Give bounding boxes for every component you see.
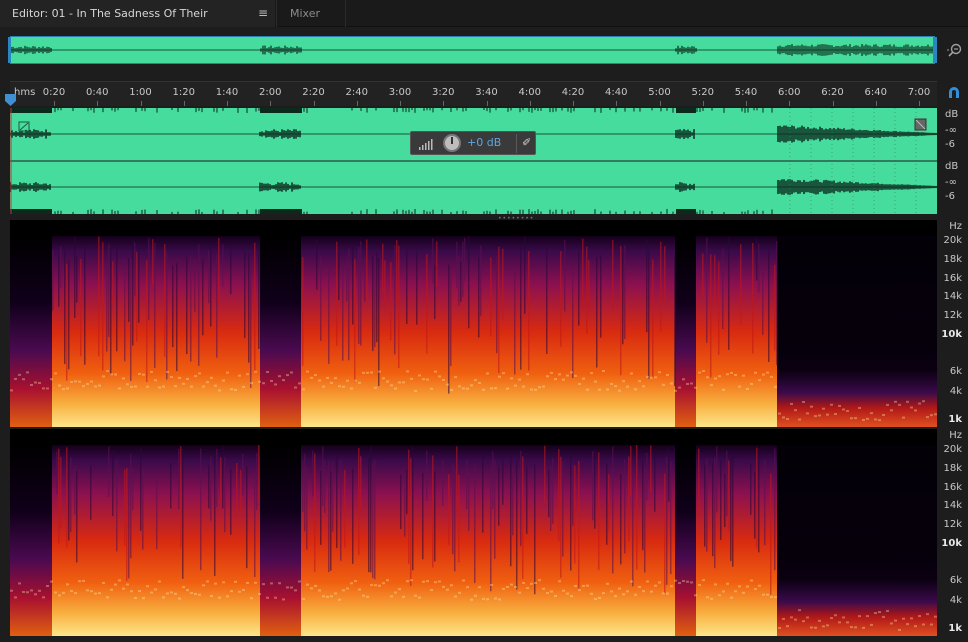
- ruler-tick-label: 5:20: [691, 87, 714, 98]
- spectrogram-right-image: [10, 429, 937, 636]
- waveform-display[interactable]: [10, 108, 937, 214]
- spectrogram-left[interactable]: [10, 220, 937, 427]
- ruler-tick-line: [919, 101, 920, 106]
- ruler-tick-label: 6:20: [821, 87, 844, 98]
- ruler-tick-line: [54, 101, 55, 106]
- playhead-icon[interactable]: [5, 94, 16, 106]
- hz-label: 1k: [948, 414, 962, 425]
- ruler-tick-label: 6:00: [778, 87, 801, 98]
- overview-navigator[interactable]: [8, 36, 937, 64]
- ruler-tick-label: 2:00: [259, 87, 282, 98]
- ruler-tick-line: [270, 101, 272, 106]
- ruler-tick-label: 5:40: [734, 87, 758, 98]
- db-label-inf-top: -∞: [945, 125, 957, 136]
- gain-value[interactable]: +0 dB: [467, 136, 501, 149]
- audition-editor: Editor: 01 - In The Sadness Of Their Hom…: [0, 0, 968, 642]
- ruler-tick-line: [486, 101, 488, 106]
- ruler-tick-label: 6:40: [864, 87, 887, 98]
- db-label-6-bot: -6: [945, 191, 955, 202]
- hz-unit: Hz: [949, 221, 962, 232]
- ruler-tick-line: [356, 101, 358, 106]
- snap-magnet-icon[interactable]: [947, 86, 961, 100]
- hz-label: 12k: [943, 310, 962, 321]
- ruler-tick-line: [140, 101, 142, 106]
- hz-scale-bot: Hz 20k 18k 16k 14k 12k 10k 6k 4k 1k: [937, 429, 968, 636]
- hz-label: 18k: [943, 254, 962, 265]
- hz-label: 14k: [943, 291, 962, 302]
- ruler-tick-line: [313, 101, 315, 106]
- hz-label: 6k: [949, 575, 962, 586]
- ruler-tick-label: 4:20: [561, 87, 585, 98]
- zoom-icon[interactable]: [947, 42, 963, 58]
- overview-handle-right[interactable]: [933, 37, 937, 63]
- db-scale: dB -∞ -6 dB -∞ -6: [937, 108, 968, 214]
- hz-label: 4k: [949, 386, 962, 397]
- ruler-tick-line: [227, 101, 228, 106]
- ruler-tick-line: [529, 101, 531, 106]
- volume-hud[interactable]: +0 dB ✐: [410, 131, 536, 155]
- ruler-tick-label: 3:00: [388, 87, 412, 98]
- hamburger-icon[interactable]: ≡: [256, 0, 270, 27]
- hz-label: 20k: [943, 444, 962, 455]
- ruler-tick-line: [97, 101, 99, 106]
- ruler-tick-line: [875, 101, 877, 106]
- ruler-tick-label: 4:40: [605, 87, 628, 98]
- hz-unit: Hz: [949, 430, 962, 441]
- ruler-tick-label: 1:20: [172, 87, 195, 98]
- hz-label: 16k: [943, 273, 962, 284]
- hud-separator: [516, 134, 517, 153]
- pin-icon[interactable]: ✐: [522, 136, 531, 149]
- ruler-tick-line: [616, 101, 618, 106]
- tab-mixer[interactable]: Mixer: [276, 0, 346, 27]
- hz-label: 10k: [941, 329, 962, 340]
- ruler-tick-label: 4:00: [518, 87, 541, 98]
- ruler-tick-label: 2:20: [302, 87, 325, 98]
- level-meter-icon: [419, 139, 433, 150]
- db-unit-bot: dB: [945, 161, 959, 172]
- hz-label: 6k: [949, 366, 962, 377]
- hz-label: 1k: [948, 623, 962, 634]
- ruler-tick-line: [832, 101, 834, 106]
- ruler-tick-label: 0:40: [86, 87, 109, 98]
- ruler-tick-line: [443, 101, 445, 106]
- ruler-tick-label: 3:40: [475, 87, 498, 98]
- hz-label: 4k: [949, 595, 962, 606]
- hz-label: 10k: [941, 538, 962, 549]
- hz-scale-top: Hz 20k 18k 16k 14k 12k 10k 6k 4k 1k: [937, 220, 968, 427]
- tab-editor[interactable]: Editor: 01 - In The Sadness Of Their Hom…: [0, 0, 275, 48]
- db-unit-top: dB: [945, 109, 959, 120]
- ruler-tick-label: 7:00: [907, 87, 931, 98]
- ruler-tick-line: [702, 101, 704, 106]
- ruler-tick-line: [183, 101, 185, 106]
- tab-bar: Editor: 01 - In The Sadness Of Their Hom…: [0, 0, 968, 48]
- ruler-tick-label: 2:40: [345, 87, 368, 98]
- spectrogram-left-image: [10, 220, 937, 427]
- db-label-6-top: -6: [945, 139, 955, 150]
- waveform-channels: [10, 108, 937, 214]
- ruler-tick-line: [659, 101, 661, 106]
- time-ruler[interactable]: hms 0:20 0:40 1:00 1:20 1:40 2:00 2:20 2:40 3:00…: [10, 81, 937, 106]
- ruler-tick-line: [789, 101, 791, 106]
- ruler-tick-line: [746, 101, 747, 106]
- ruler-tick-label: 1:40: [215, 87, 239, 98]
- ruler-tick-label: 3:20: [432, 87, 455, 98]
- overview-waveform: [11, 37, 934, 63]
- ruler-tick-line: [400, 101, 401, 106]
- spectrogram-right[interactable]: [10, 429, 937, 636]
- hz-label: 18k: [943, 463, 962, 474]
- ruler-unit: hms: [14, 87, 36, 98]
- ruler-tick-label: 5:00: [648, 87, 671, 98]
- hz-label: 20k: [943, 235, 962, 246]
- db-label-inf-bot: -∞: [945, 177, 957, 188]
- ruler-tick-label: 0:20: [42, 87, 66, 98]
- hz-label: 16k: [943, 482, 962, 493]
- gain-knob[interactable]: [443, 134, 461, 152]
- ruler-tick-line: [573, 101, 574, 106]
- hz-label: 12k: [943, 519, 962, 530]
- hz-label: 14k: [943, 500, 962, 511]
- ruler-tick-label: 1:00: [129, 87, 152, 98]
